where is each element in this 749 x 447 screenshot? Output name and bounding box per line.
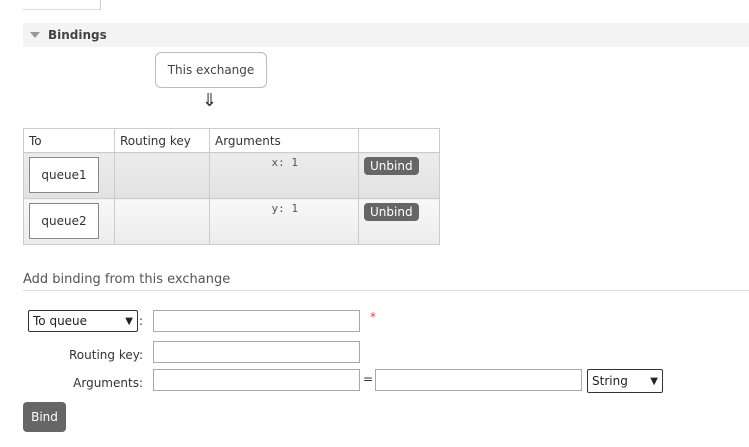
argument-type-value: String [592,374,628,388]
chevron-down-icon: ▼ [125,315,133,327]
table-row: queue1 x: 1 Unbind [23,152,440,199]
previous-section-fragment [23,0,101,10]
header-actions [358,128,440,153]
equals-sign: = [363,372,374,386]
bindings-section-header[interactable]: Bindings [23,23,749,47]
this-exchange-node: This exchange [155,52,267,88]
bind-button[interactable]: Bind [23,402,66,432]
cell-actions: Unbind [358,152,440,199]
argument-key-input[interactable] [153,369,360,391]
arguments-label: Arguments: [73,376,143,390]
cell-actions: Unbind [358,198,440,245]
cell-routing-key [114,152,210,199]
cell-arguments: y: 1 [209,198,359,245]
argument-type-select[interactable]: String ▼ [587,369,663,393]
routing-key-row: Routing key: [23,341,749,365]
routing-key-label: Routing key: [69,348,143,362]
destination-name-input[interactable] [153,310,360,332]
destination-type-select[interactable]: To queue ▼ [28,310,138,332]
section-title: Bindings [48,28,107,42]
destination-row: To queue ▼ : * [23,310,749,334]
required-marker: * [370,310,376,324]
cell-to: queue1 [23,152,115,199]
cell-routing-key [114,198,210,245]
destination-type-value: To queue [33,314,88,328]
add-binding-heading: Add binding from this exchange [23,272,749,291]
destination-colon: : [139,314,144,328]
queue-link[interactable]: queue1 [29,157,99,193]
unbind-button[interactable]: Unbind [364,157,419,175]
queue-link[interactable]: queue2 [29,203,99,239]
exchange-label: This exchange [167,63,255,77]
bindings-table: To Routing key Arguments queue1 x: 1 Unb… [23,128,440,245]
header-arguments: Arguments [209,128,359,153]
table-row: queue2 y: 1 Unbind [23,198,440,245]
cell-to: queue2 [23,198,115,245]
chevron-down-icon: ▼ [650,375,658,387]
down-arrow-icon: ⇓ [202,90,218,111]
header-to: To [23,128,115,153]
cell-arguments: x: 1 [209,152,359,199]
table-header-row: To Routing key Arguments [23,128,440,153]
header-routing-key: Routing key [114,128,210,153]
argument-value-input[interactable] [375,369,582,391]
routing-key-input[interactable] [153,341,360,363]
unbind-button[interactable]: Unbind [364,203,419,221]
arguments-row: Arguments: = String ▼ [23,369,749,395]
collapse-triangle-icon [30,32,40,38]
